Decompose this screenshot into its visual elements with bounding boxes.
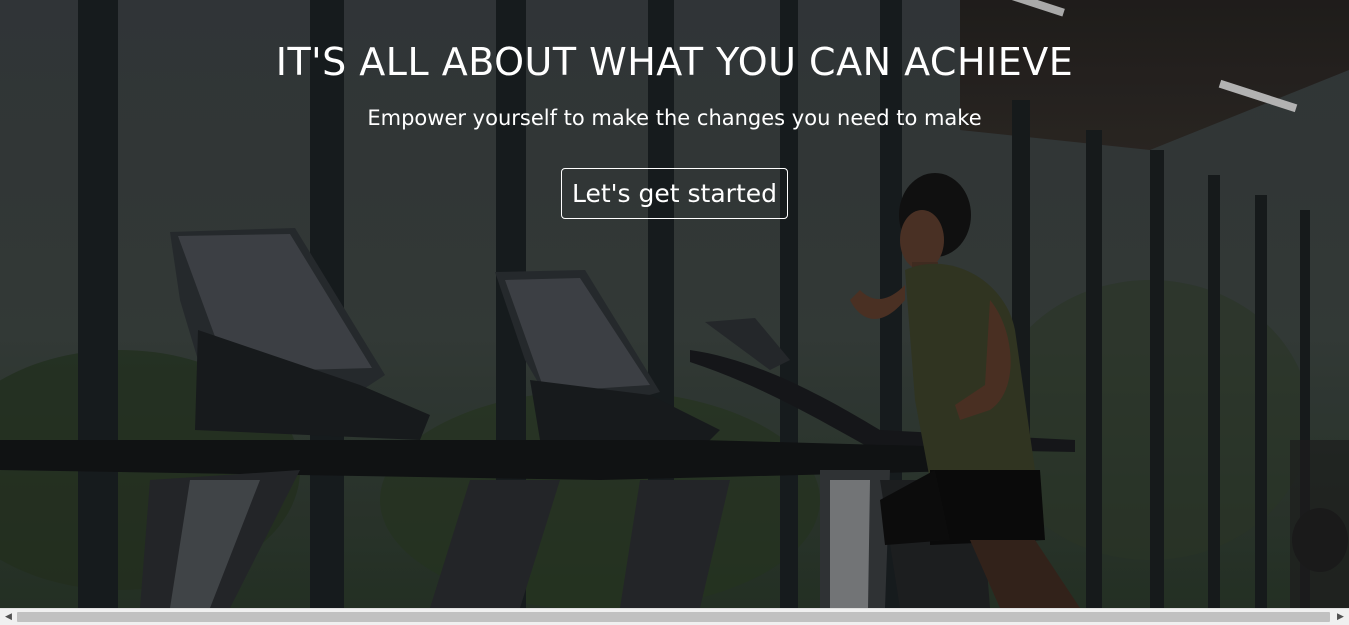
hero-section: IT'S ALL ABOUT WHAT YOU CAN ACHIEVE Empo… [0, 0, 1349, 608]
hero-subtitle: Empower yourself to make the changes you… [367, 106, 982, 130]
scrollbar-thumb[interactable] [17, 612, 1330, 622]
hero-title: IT'S ALL ABOUT WHAT YOU CAN ACHIEVE [275, 40, 1074, 84]
scroll-left-arrow-icon[interactable]: ◀ [0, 609, 17, 625]
get-started-button[interactable]: Let's get started [561, 168, 788, 219]
horizontal-scrollbar[interactable]: ◀ ▶ [0, 608, 1349, 625]
image-dark-overlay [0, 0, 1349, 608]
scroll-right-arrow-icon[interactable]: ▶ [1332, 609, 1349, 625]
